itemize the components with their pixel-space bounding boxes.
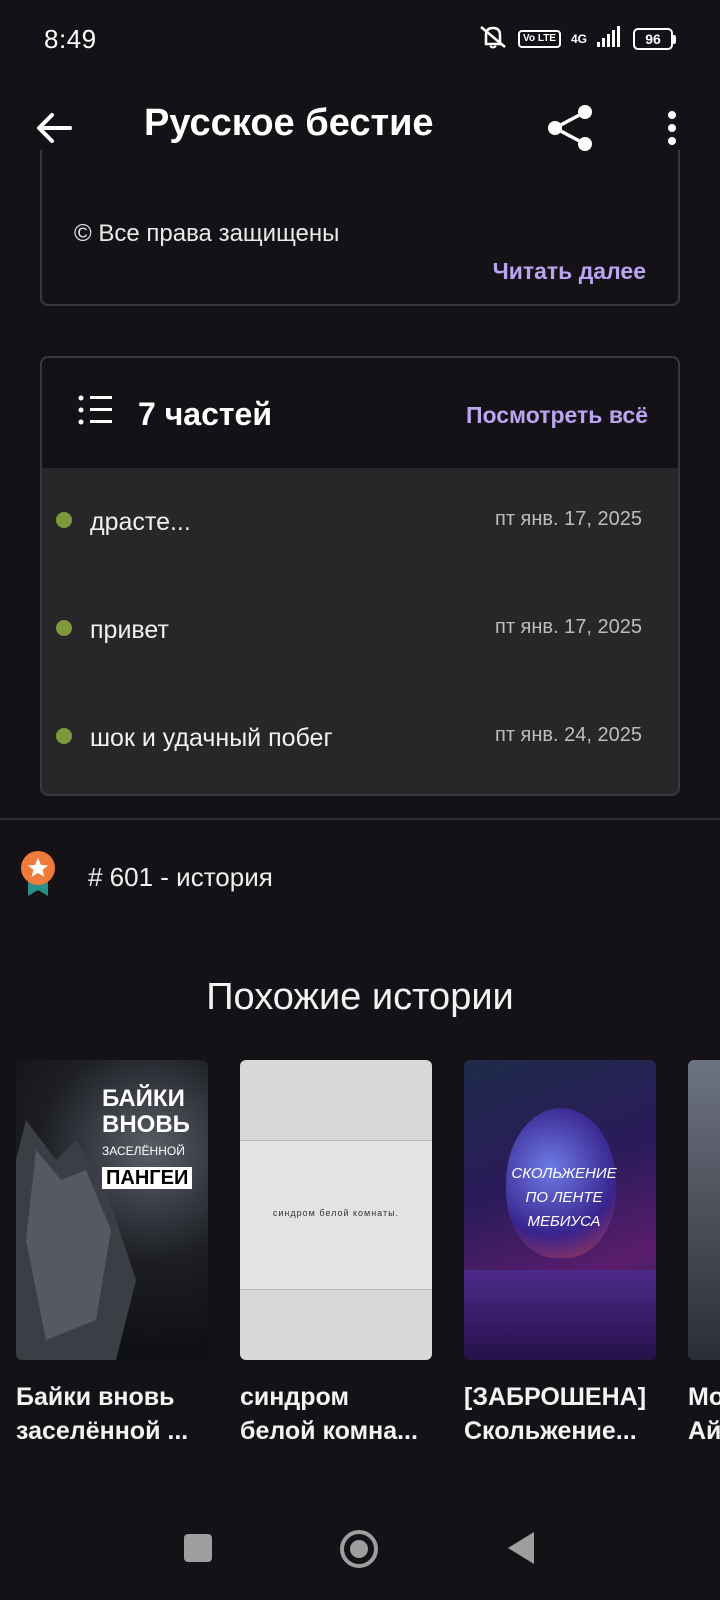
- list-item[interactable]: шок и удачный побег пт янв. 24, 2025: [42, 684, 678, 792]
- system-nav-bar: [0, 1500, 720, 1600]
- page-title: Русское бестие: [144, 102, 434, 144]
- cover-title: синдром белой комнаты.: [272, 1208, 400, 1218]
- award-badge-icon: [18, 850, 58, 903]
- recents-square-icon[interactable]: [184, 1534, 212, 1562]
- ranking-row[interactable]: # 601 - история: [0, 850, 720, 910]
- list-item[interactable]: драсте... пт янв. 17, 2025: [42, 468, 678, 576]
- divider: [0, 818, 720, 820]
- description-card: © Все права защищены Читать далее: [40, 150, 680, 306]
- parts-count: 7 частей: [138, 396, 272, 432]
- cover-title: БАЙКИ ВНОВЬ ЗАСЕЛЁННОЙ ПАНГЕИ: [102, 1086, 193, 1191]
- read-more-link[interactable]: Читать далее: [493, 258, 646, 285]
- ranking-text: # 601 - история: [88, 862, 273, 892]
- list-item[interactable]: привет пт янв. 17, 2025: [42, 576, 678, 684]
- story-card[interactable]: БАЙКИ ВНОВЬ ЗАСЕЛЁННОЙ ПАНГЕИ Байки внов…: [16, 1060, 208, 1448]
- story-cover[interactable]: СКОЛЬЖЕНИЕ ПО ЛЕНТЕ МЕБИУСА: [464, 1060, 656, 1360]
- share-icon: [548, 105, 592, 151]
- story-title[interactable]: [ЗАБРОШЕНА] Скольжение...: [464, 1380, 656, 1448]
- battery-level: 96: [633, 28, 673, 50]
- signal-icon: [597, 25, 623, 53]
- status-icons: Vo LTE 4G 96: [478, 24, 676, 55]
- parts-list: драсте... пт янв. 17, 2025 привет пт янв…: [42, 468, 678, 794]
- share-button[interactable]: [540, 98, 600, 158]
- mute-icon: [478, 24, 508, 55]
- part-date: пт янв. 17, 2025: [494, 508, 642, 530]
- home-circle-icon[interactable]: [340, 1530, 378, 1568]
- story-title[interactable]: Мо Ай: [688, 1380, 720, 1448]
- copyright-text: © Все права защищены: [74, 220, 340, 247]
- part-date: пт янв. 17, 2025: [494, 616, 642, 638]
- part-title: шок и удачный побег: [90, 724, 333, 752]
- see-all-button[interactable]: Посмотреть всё: [466, 402, 648, 429]
- story-cover[interactable]: БАЙКИ ВНОВЬ ЗАСЕЛЁННОЙ ПАНГЕИ: [16, 1060, 208, 1360]
- battery-icon: 96: [633, 28, 676, 50]
- back-button[interactable]: [30, 104, 78, 152]
- similar-stories-carousel[interactable]: БАЙКИ ВНОВЬ ЗАСЕЛЁННОЙ ПАНГЕИ Байки внов…: [16, 1060, 720, 1460]
- part-title: драсте...: [90, 508, 191, 536]
- volte-indicator: Vo LTE: [518, 30, 561, 48]
- story-cover[interactable]: синдром белой комнаты.: [240, 1060, 432, 1360]
- story-card[interactable]: Мо Ай: [688, 1060, 720, 1448]
- new-dot-icon: [56, 620, 72, 636]
- cover-title: СКОЛЬЖЕНИЕ ПО ЛЕНТЕ МЕБИУСА: [511, 1165, 617, 1230]
- status-time: 8:49: [44, 23, 97, 54]
- parts-header: 7 частей Посмотреть всё: [42, 358, 678, 468]
- story-title[interactable]: Байки вновь заселённой ...: [16, 1380, 208, 1448]
- story-card[interactable]: СКОЛЬЖЕНИЕ ПО ЛЕНТЕ МЕБИУСА [ЗАБРОШЕНА] …: [464, 1060, 656, 1448]
- story-title[interactable]: синдром белой комна...: [240, 1380, 432, 1448]
- story-cover[interactable]: [688, 1060, 720, 1360]
- new-dot-icon: [56, 512, 72, 528]
- arrow-left-icon: [37, 113, 72, 143]
- network-type: 4G: [570, 32, 587, 46]
- more-options-button[interactable]: [648, 98, 696, 158]
- part-title: привет: [90, 616, 169, 644]
- similar-stories-heading: Похожие истории: [206, 976, 514, 1018]
- story-card[interactable]: синдром белой комнаты. синдром белой ком…: [240, 1060, 432, 1448]
- more-vertical-icon: [668, 111, 676, 145]
- back-triangle-icon[interactable]: [508, 1532, 534, 1564]
- part-date: пт янв. 24, 2025: [494, 724, 642, 746]
- parts-card: 7 частей Посмотреть всё драсте... пт янв…: [40, 356, 680, 796]
- new-dot-icon: [56, 728, 72, 744]
- list-icon: [78, 394, 114, 431]
- status-bar: 8:49 Vo LTE 4G 96: [0, 0, 720, 78]
